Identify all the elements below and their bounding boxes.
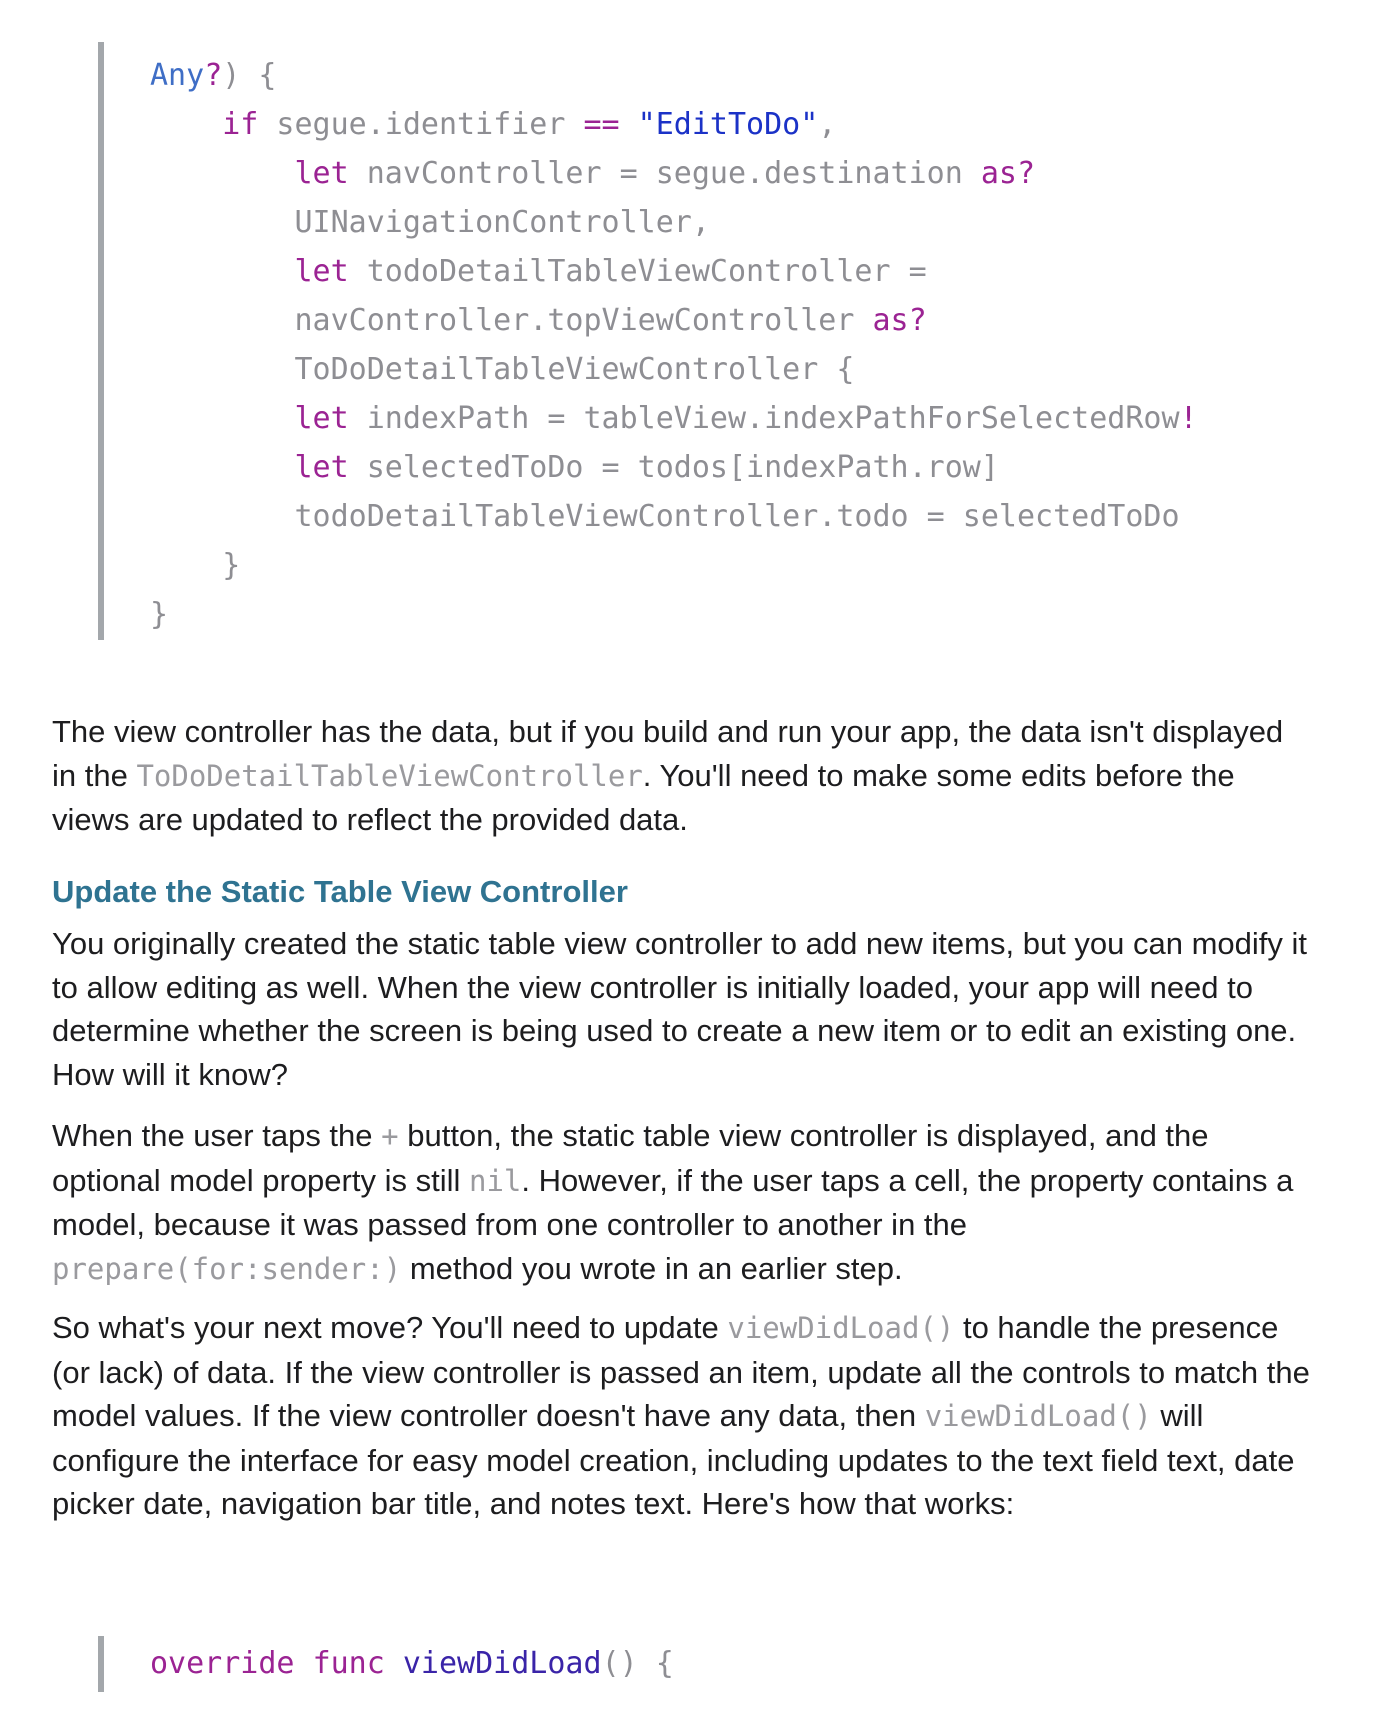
code-line: } <box>150 541 1198 590</box>
code-token: todoDetailTableViewController.todo = sel… <box>294 499 1180 534</box>
paragraph-view-controller-data: The view controller has the data, but if… <box>52 710 1312 842</box>
code-token: let <box>294 156 349 191</box>
code-token: indexPath = tableView.indexPathForSelect… <box>348 401 1180 436</box>
code-token: () { <box>601 1646 674 1681</box>
code-token: ToDoDetailTableViewController { <box>294 352 855 387</box>
code-token: func <box>312 1646 385 1681</box>
code-token: todoDetailTableViewController = <box>348 254 927 289</box>
code-line: let navController = segue.destination as… <box>150 149 1198 198</box>
paragraph-next-move: So what's your next move? You'll need to… <box>52 1306 1312 1526</box>
code-token: navController.topViewController <box>294 303 873 338</box>
inline-code-viewdidload: viewDidLoad() <box>924 1399 1152 1433</box>
code-token: UINavigationController, <box>294 205 710 240</box>
code-token: if <box>222 107 259 142</box>
code-token: viewDidLoad <box>402 1646 602 1681</box>
code-block-viewdidload: override func viewDidLoad() { <box>98 1636 674 1692</box>
code-token: "EditToDo" <box>637 107 819 142</box>
paragraph-text: method you wrote in an earlier step. <box>401 1250 903 1286</box>
code-line: } <box>150 590 1198 639</box>
code-token: let <box>294 450 349 485</box>
code-lines: Any?) { if segue.identifier == "EditToDo… <box>150 51 1198 639</box>
code-lines: override func viewDidLoad() { <box>150 1639 674 1688</box>
code-token: == <box>583 107 620 142</box>
code-line: todoDetailTableViewController.todo = sel… <box>150 492 1198 541</box>
code-token: ) { <box>222 58 277 93</box>
code-token: override <box>150 1646 295 1681</box>
code-token: let <box>294 254 349 289</box>
code-token: ! <box>1179 401 1198 436</box>
code-line: if segue.identifier == "EditToDo", <box>150 100 1198 149</box>
code-token: navController = segue.destination <box>348 156 981 191</box>
code-line: Any?) { <box>150 51 1198 100</box>
inline-code-prepare: prepare(for:sender:) <box>52 1251 402 1286</box>
code-token: Any <box>150 58 205 93</box>
code-line: navController.topViewController as? <box>150 296 1198 345</box>
code-line: UINavigationController, <box>150 198 1198 247</box>
inline-code-viewdidload: viewDidLoad() <box>727 1311 955 1345</box>
inline-code-nil: nil <box>468 1163 522 1198</box>
code-token: as? <box>872 303 927 338</box>
inline-code-class-name: ToDoDetailTableViewController <box>136 758 643 793</box>
code-line: let selectedToDo = todos[indexPath.row] <box>150 443 1198 492</box>
code-line: let todoDetailTableViewController = <box>150 247 1198 296</box>
inline-code-plus: + <box>381 1119 399 1153</box>
code-token: } <box>222 548 241 583</box>
section-heading: Update the Static Table View Controller <box>52 874 628 909</box>
code-line: override func viewDidLoad() { <box>150 1639 674 1688</box>
code-token: ? <box>204 58 223 93</box>
code-line: let indexPath = tableView.indexPathForSe… <box>150 394 1198 443</box>
code-token: , <box>818 107 837 142</box>
paragraph-static-table-intro: You originally created the static table … <box>52 926 1308 1092</box>
code-token: let <box>294 401 349 436</box>
code-block-prepare-segue: Any?) { if segue.identifier == "EditToDo… <box>98 42 1198 640</box>
code-line: ToDoDetailTableViewController { <box>150 345 1198 394</box>
paragraph-text: So what's your next move? You'll need to… <box>52 1310 728 1345</box>
code-token: as? <box>980 156 1036 191</box>
code-token: } <box>150 597 169 632</box>
code-token: selectedToDo = todos[indexPath.row] <box>348 450 999 485</box>
paragraph-text: When the user taps the <box>52 1118 382 1153</box>
code-token: segue.identifier <box>258 107 584 142</box>
paragraph-plus-button: When the user taps the + button, the sta… <box>52 1114 1312 1291</box>
